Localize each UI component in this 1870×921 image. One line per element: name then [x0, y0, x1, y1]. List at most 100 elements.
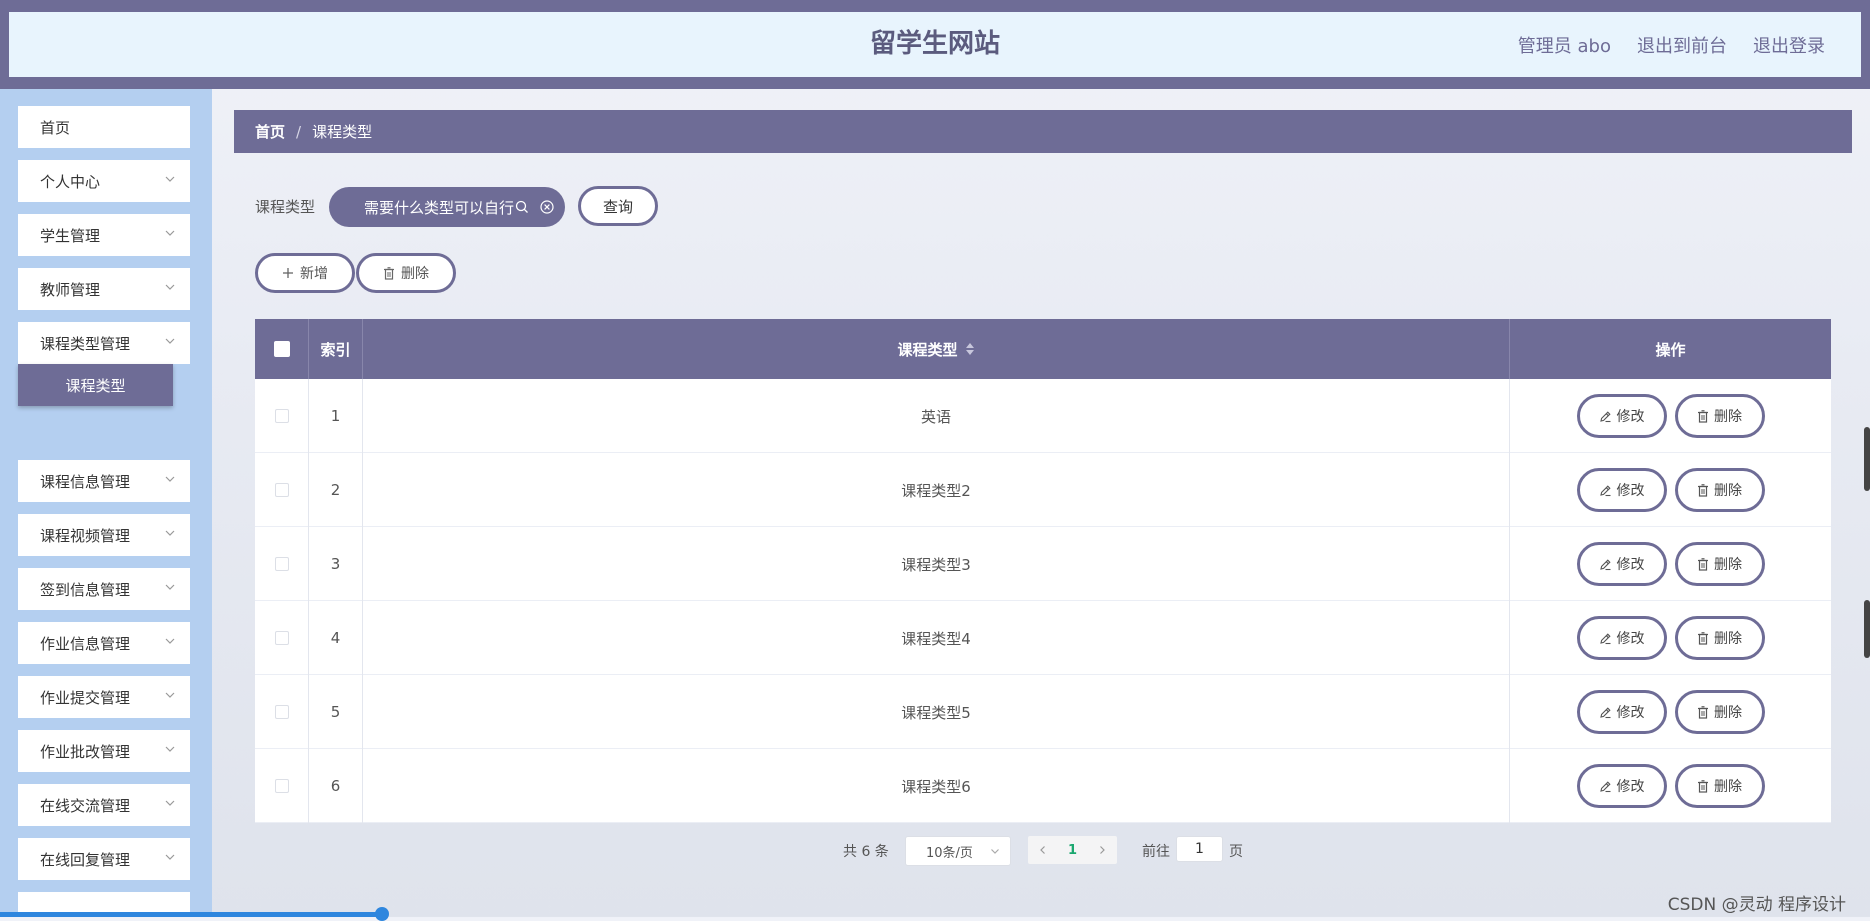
- clear-icon[interactable]: [540, 200, 554, 214]
- chevron-down-icon: [165, 638, 175, 644]
- query-button[interactable]: 查询: [578, 186, 658, 226]
- page-size-select[interactable]: 10条/页: [905, 836, 1011, 866]
- sidebar-item-label: 在线交流管理: [40, 796, 131, 815]
- chevron-down-icon: [165, 284, 175, 290]
- trash-icon: [1698, 631, 1708, 645]
- trash-icon: [1698, 557, 1708, 571]
- edit-button[interactable]: 修改: [1576, 394, 1667, 438]
- sidebar-item[interactable]: 学生管理: [18, 214, 190, 256]
- delete-button[interactable]: 删除: [1674, 616, 1765, 660]
- sidebar-item[interactable]: 在线交流管理: [18, 784, 190, 826]
- delete-button[interactable]: 删除: [1674, 468, 1765, 512]
- sidebar-sub-item-course-type[interactable]: 课程类型: [18, 364, 173, 406]
- trash-icon: [384, 266, 394, 280]
- row-actions: 修改 删除: [1510, 527, 1831, 601]
- chevron-right-icon[interactable]: [1097, 845, 1107, 855]
- row-checkbox[interactable]: [274, 705, 289, 719]
- select-all-cell: [255, 319, 309, 379]
- sidebar-item-label: 首页: [40, 118, 71, 137]
- table-body: 1 英语 修改 删除 2 课程类型2 修改 删除 3 课程类型3 修改 删除 4 课程类型4 修改 删除 5 课程…: [255, 379, 1831, 823]
- row-index: 1: [309, 379, 363, 453]
- edit-button[interactable]: 修改: [1576, 616, 1667, 660]
- column-header-actions: 操作: [1655, 340, 1686, 359]
- row-actions: 修改 删除: [1510, 749, 1831, 823]
- delete-button-label: 删除: [1714, 409, 1742, 425]
- delete-button[interactable]: 删除: [1674, 764, 1765, 808]
- chevron-down-icon: [165, 476, 175, 482]
- row-checkbox[interactable]: [274, 557, 289, 571]
- edit-icon: [1599, 780, 1611, 792]
- batch-delete-label: 删除: [401, 266, 429, 282]
- edge-scroll-handle[interactable]: [1864, 427, 1870, 491]
- column-header-type[interactable]: 课程类型: [363, 319, 1510, 379]
- delete-button[interactable]: 删除: [1674, 542, 1765, 586]
- chevron-down-icon: [165, 800, 175, 806]
- sidebar-item-label: 签到信息管理: [40, 580, 131, 599]
- row-select-cell: [255, 453, 309, 527]
- sidebar-item[interactable]: 签到信息管理: [18, 568, 190, 610]
- search-label: 课程类型: [255, 198, 316, 216]
- edit-button-label: 修改: [1616, 631, 1645, 647]
- chevron-down-icon: [165, 230, 175, 236]
- goto-unit: 页: [1229, 844, 1243, 860]
- edge-scroll-handle-lower[interactable]: [1864, 600, 1870, 658]
- sidebar-item[interactable]: 在线回复管理: [18, 838, 190, 880]
- sidebar: 首页个人中心学生管理教师管理课程类型管理 课程信息管理课程视频管理签到信息管理作业…: [0, 89, 212, 917]
- sidebar-item[interactable]: 课程视频管理: [18, 514, 190, 556]
- row-index: 6: [309, 749, 363, 823]
- sidebar-item[interactable]: 首页: [18, 106, 190, 148]
- search-input[interactable]: [364, 198, 521, 216]
- row-checkbox[interactable]: [274, 483, 289, 497]
- row-actions: 修改 删除: [1510, 453, 1831, 527]
- plus-icon: [283, 268, 293, 278]
- row-select-cell: [255, 749, 309, 823]
- select-all-checkbox[interactable]: [273, 341, 290, 357]
- row-course-type: 课程类型4: [363, 601, 1510, 675]
- edit-button[interactable]: 修改: [1576, 542, 1667, 586]
- chevron-down-icon: [991, 849, 999, 854]
- sidebar-item[interactable]: 课程信息管理: [18, 460, 190, 502]
- sidebar-item[interactable]: 作业提交管理: [18, 676, 190, 718]
- breadcrumb-home[interactable]: 首页: [255, 121, 285, 142]
- delete-button[interactable]: 删除: [1674, 690, 1765, 734]
- edit-button[interactable]: 修改: [1576, 468, 1667, 512]
- row-checkbox[interactable]: [274, 631, 289, 645]
- batch-delete-button[interactable]: 删除: [356, 253, 456, 293]
- goto-page-input[interactable]: [1176, 836, 1223, 862]
- column-header-type-label: 课程类型: [897, 340, 958, 359]
- chevron-down-icon: [165, 584, 175, 590]
- edit-button[interactable]: 修改: [1576, 690, 1667, 734]
- edit-icon: [1599, 706, 1611, 718]
- sidebar-item-label: 课程信息管理: [40, 472, 131, 491]
- chevron-down-icon: [165, 746, 175, 752]
- sidebar-item[interactable]: 教师管理: [18, 268, 190, 310]
- delete-button[interactable]: 删除: [1674, 394, 1765, 438]
- add-button[interactable]: 新增: [255, 253, 355, 293]
- edit-button[interactable]: 修改: [1576, 764, 1667, 808]
- row-checkbox[interactable]: [274, 779, 289, 793]
- row-checkbox[interactable]: [274, 409, 289, 423]
- logout-link[interactable]: 退出登录: [1753, 32, 1825, 58]
- row-course-type: 课程类型2: [363, 453, 1510, 527]
- sidebar-item[interactable]: 课程类型管理: [18, 322, 190, 364]
- row-course-type: 课程类型6: [363, 749, 1510, 823]
- sidebar-item[interactable]: 作业批改管理: [18, 730, 190, 772]
- back-to-front-link[interactable]: 退出到前台: [1637, 32, 1727, 58]
- sidebar-item-label: 课程类型管理: [40, 334, 131, 353]
- edit-icon: [1599, 632, 1611, 644]
- edit-icon: [1599, 558, 1611, 570]
- row-actions: 修改 删除: [1510, 601, 1831, 675]
- sidebar-item-label: 教师管理: [40, 280, 101, 299]
- row-index: 3: [309, 527, 363, 601]
- sort-icon[interactable]: [965, 342, 975, 356]
- sidebar-item-label: 在线回复管理: [40, 850, 131, 869]
- edit-button-label: 修改: [1616, 779, 1645, 795]
- table-row: 6 课程类型6 修改 删除: [255, 749, 1831, 823]
- progress-handle[interactable]: [375, 907, 389, 921]
- breadcrumb-separator: /: [296, 122, 302, 141]
- sidebar-item[interactable]: 作业信息管理: [18, 622, 190, 664]
- table-header: 索引 课程类型 操作: [255, 319, 1831, 379]
- row-select-cell: [255, 379, 309, 453]
- row-course-type: 课程类型3: [363, 527, 1510, 601]
- sidebar-item[interactable]: 个人中心: [18, 160, 190, 202]
